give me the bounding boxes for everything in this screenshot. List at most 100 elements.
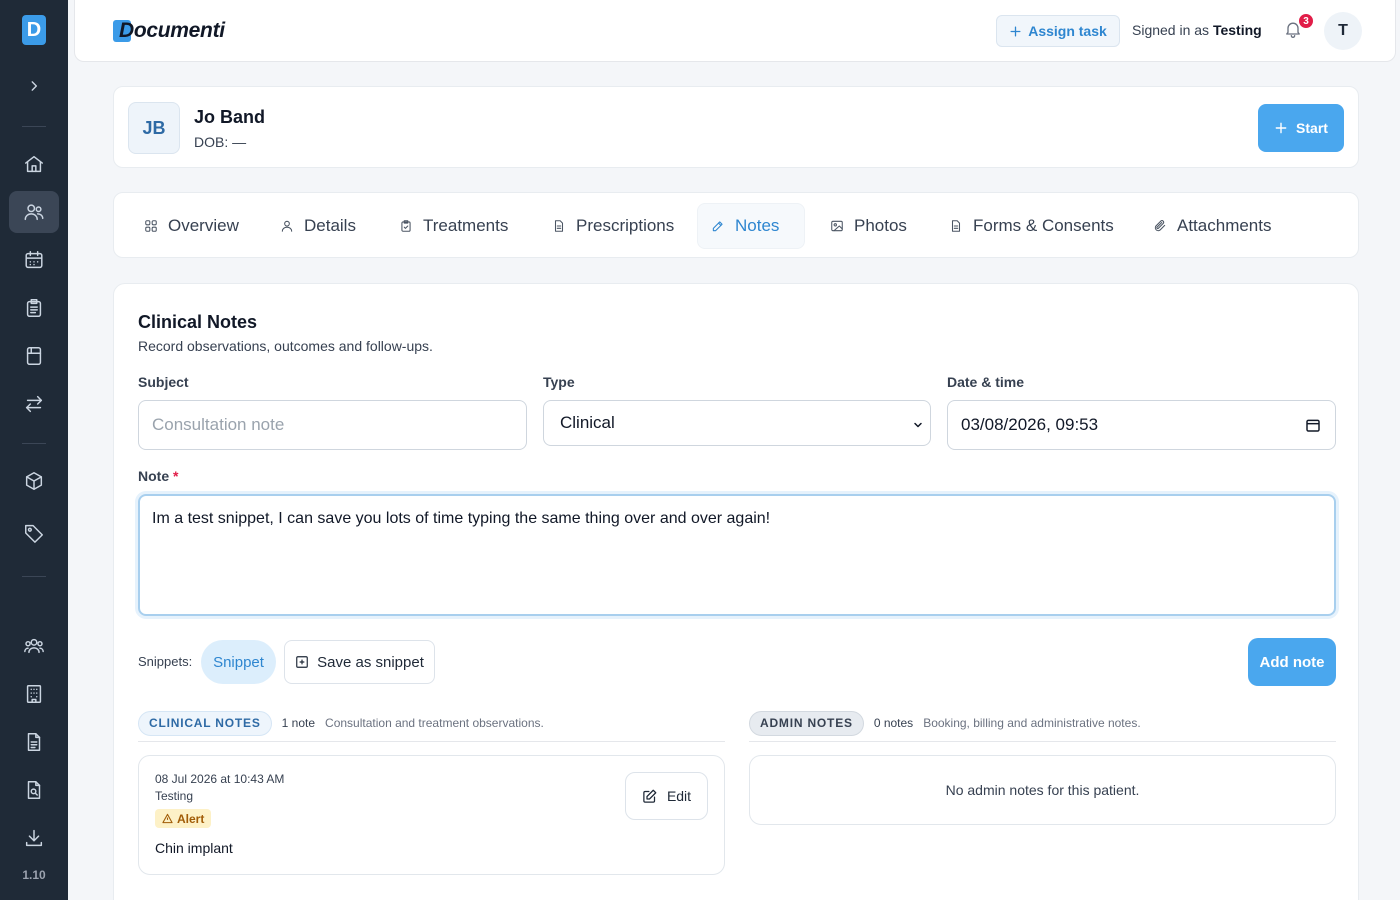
type-value: Clinical — [560, 413, 615, 432]
clinical-notes-count: 1 note — [281, 716, 316, 730]
sidebar-item-calendar[interactable] — [9, 239, 59, 281]
clinical-notes-badge: CLINICAL NOTES — [138, 710, 272, 736]
tab-notes[interactable]: Notes — [697, 203, 805, 249]
top-header: Documenti Assign task Signed in as Testi… — [74, 0, 1396, 62]
type-label: Type — [543, 374, 575, 390]
note-date: 08 Jul 2026 at 10:43 AM — [155, 772, 285, 786]
sidebar: D 1.10 — [0, 0, 68, 900]
notification-count-badge: 3 — [1297, 12, 1315, 30]
file-icon — [951, 220, 961, 232]
patient-name: Jo Band — [194, 107, 266, 127]
note-text: Chin implant — [155, 840, 233, 856]
note-textarea[interactable]: Im a test snippet, I can save you lots o… — [138, 494, 1336, 616]
box-icon — [25, 472, 43, 490]
tab-details[interactable]: Details — [267, 203, 369, 249]
team-icon — [24, 638, 44, 654]
tab-attachments[interactable]: Attachments — [1140, 203, 1285, 249]
clipboard-check-icon — [401, 220, 411, 232]
sidebar-item-audit[interactable] — [9, 769, 59, 811]
note-label: Note * — [138, 468, 178, 484]
download-icon — [25, 829, 43, 847]
edit-icon — [643, 789, 657, 803]
tab-label: Treatments — [423, 216, 509, 235]
tab-forms-consents[interactable]: Forms & Consents — [936, 203, 1127, 249]
alert-label: Alert — [177, 811, 205, 826]
tab-label: Notes — [735, 216, 780, 235]
subject-label: Subject — [138, 374, 189, 390]
sidebar-item-home[interactable] — [9, 143, 59, 185]
user-icon — [281, 220, 293, 232]
sidebar-item-pricing[interactable] — [9, 512, 59, 554]
grid-icon — [145, 220, 157, 232]
transfer-icon — [25, 395, 43, 413]
assign-task-button[interactable]: Assign task — [996, 15, 1120, 47]
sidebar-item-patients[interactable] — [9, 191, 59, 233]
sidebar-divider — [22, 126, 46, 127]
sidebar-item-documents[interactable] — [9, 721, 59, 763]
sidebar-item-export[interactable] — [9, 817, 59, 859]
type-select[interactable]: Clinical — [543, 400, 931, 446]
brand-logo[interactable]: Documenti — [113, 18, 225, 44]
admin-notes-header: ADMIN NOTES 0 notes Booking, billing and… — [749, 710, 1141, 736]
chevron-down-icon — [914, 422, 922, 428]
edit-note-button[interactable]: Edit — [625, 772, 708, 820]
sidebar-item-clinic[interactable] — [9, 673, 59, 715]
calendar-icon[interactable] — [1305, 417, 1321, 433]
calendar-icon — [25, 251, 43, 269]
tab-overview[interactable]: Overview — [131, 203, 252, 249]
edit-label: Edit — [666, 788, 692, 804]
datetime-input[interactable]: 03/08/2026, 09:53 — [947, 400, 1336, 450]
sidebar-divider — [22, 443, 46, 444]
admin-notes-description: Booking, billing and administrative note… — [923, 716, 1141, 730]
subject-input[interactable]: Consultation note — [138, 400, 527, 450]
patient-summary-card: JB Jo Band DOB: — Start — [113, 86, 1359, 168]
home-icon — [25, 155, 43, 173]
chevron-right-icon — [31, 81, 38, 91]
alert-badge: Alert — [155, 809, 212, 828]
assign-task-label: Assign task — [1028, 23, 1107, 39]
tab-photos[interactable]: Photos — [817, 203, 920, 249]
tab-label: Photos — [854, 216, 907, 235]
tab-treatments[interactable]: Treatments — [386, 203, 521, 249]
sidebar-item-transfers[interactable] — [9, 383, 59, 425]
image-icon — [831, 220, 843, 232]
sidebar-divider — [22, 576, 46, 577]
clipboard-icon — [26, 299, 42, 317]
patient-tabs: Overview Details Treatments Prescription… — [113, 192, 1359, 258]
start-button[interactable]: Start — [1258, 104, 1344, 152]
note-author: Testing — [155, 789, 194, 803]
add-note-button[interactable]: Add note — [1248, 638, 1336, 686]
sidebar-item-team[interactable] — [9, 625, 59, 667]
document-icon — [27, 733, 41, 751]
calculator-icon — [26, 347, 42, 365]
brand-name: Documenti — [119, 19, 225, 42]
snippet-chip[interactable]: Snippet — [201, 640, 276, 684]
admin-notes-count: 0 notes — [873, 716, 914, 730]
sidebar-item-inventory[interactable] — [9, 460, 59, 502]
save-as-snippet-button[interactable]: Save as snippet — [284, 640, 435, 684]
start-label: Start — [1296, 120, 1328, 136]
tab-prescriptions[interactable]: Prescriptions — [539, 203, 687, 249]
divider — [138, 741, 725, 742]
plus-square-icon — [296, 656, 308, 668]
snippets-label: Snippets: — [138, 654, 193, 669]
patients-icon — [24, 204, 44, 221]
plus-icon — [1010, 26, 1021, 36]
signed-in-prefix: Signed in as — [1132, 22, 1210, 38]
admin-notes-badge: ADMIN NOTES — [749, 710, 864, 736]
tab-label: Prescriptions — [576, 216, 675, 235]
sidebar-item-calculator[interactable] — [9, 335, 59, 377]
tab-label: Overview — [168, 216, 239, 235]
subject-placeholder: Consultation note — [152, 415, 285, 434]
tab-label: Forms & Consents — [973, 216, 1114, 235]
datetime-label: Date & time — [947, 374, 1025, 390]
divider — [749, 741, 1336, 742]
app-logo[interactable]: D — [22, 15, 46, 45]
required-marker: * — [173, 468, 179, 484]
sidebar-item-records[interactable] — [9, 287, 59, 329]
expand-sidebar-button[interactable] — [22, 74, 46, 98]
user-avatar[interactable]: T — [1324, 12, 1362, 50]
patient-avatar: JB — [128, 102, 180, 154]
note-label-text: Note — [138, 468, 170, 484]
plus-icon — [1275, 122, 1287, 134]
